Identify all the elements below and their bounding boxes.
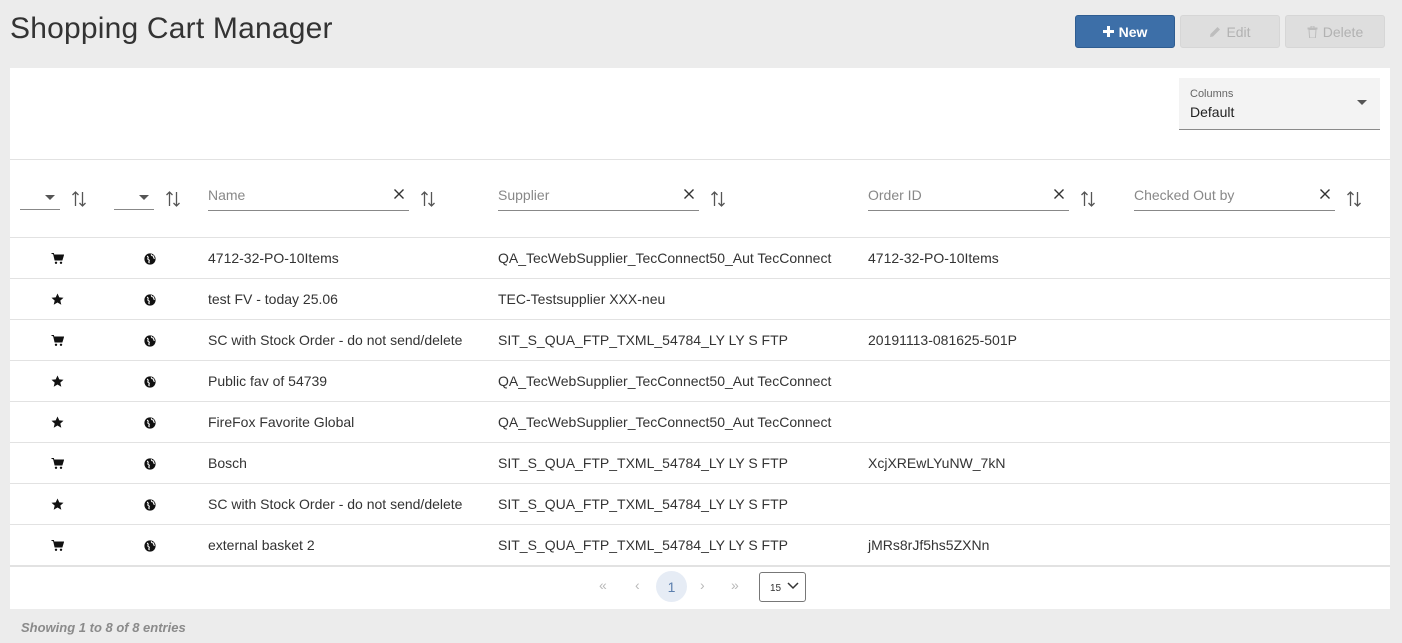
new-button-label: New	[1118, 23, 1148, 40]
columns-select[interactable]: Columns Default	[1179, 78, 1380, 130]
new-button[interactable]: New	[1075, 15, 1175, 48]
plus-icon	[1102, 26, 1114, 37]
cell-supplier: SIT_S_QUA_FTP_TXML_54784_LY LY S FTP	[498, 455, 788, 471]
toolbar: New Edit Delete	[1075, 15, 1385, 48]
order-id-filter-placeholder: Order ID	[868, 187, 922, 203]
page-title: Shopping Cart Manager	[10, 12, 333, 45]
cell-name: Bosch	[208, 455, 247, 471]
table-row[interactable]: 4712-32-PO-10Items QA_TecWebSupplier_TecC…	[10, 238, 1390, 279]
cell-supplier: SIT_S_QUA_FTP_TXML_54784_LY LY S FTP	[498, 332, 788, 348]
name-filter-input[interactable]: Name	[208, 183, 409, 211]
trash-icon	[1307, 25, 1318, 38]
cart-icon	[51, 539, 65, 552]
caret-down-icon	[45, 195, 55, 200]
delete-button[interactable]: Delete	[1285, 15, 1385, 48]
cart-table-panel: Columns Default Name Supplier Order ID C…	[10, 68, 1390, 609]
table-row[interactable]: SC with Stock Order - do not send/delete…	[10, 320, 1390, 361]
cell-order-id: 4712-32-PO-10Items	[868, 250, 999, 266]
globe-icon	[144, 252, 156, 265]
name-filter-placeholder: Name	[208, 187, 246, 203]
caret-down-icon	[1357, 100, 1367, 105]
cell-supplier: QA_TecWebSupplier_TecConnect50_Aut TecCo…	[498, 414, 832, 430]
cell-name: FireFox Favorite Global	[208, 414, 355, 430]
cell-name: SC with Stock Order - do not send/delete	[208, 332, 463, 348]
pagination: « ‹ 1 › » 15	[10, 566, 1390, 609]
table-body: 4712-32-PO-10Items QA_TecWebSupplier_TecC…	[10, 238, 1390, 566]
prev-page-button[interactable]: ‹	[635, 577, 640, 593]
page-size-select[interactable]: 15	[759, 572, 806, 602]
type-filter-select[interactable]	[20, 186, 60, 210]
star-icon	[51, 375, 64, 388]
table-row[interactable]: test FV - today 25.06 TEC-Testsupplier XX…	[10, 279, 1390, 320]
last-page-button[interactable]: »	[731, 577, 739, 593]
cell-supplier: TEC-Testsupplier XXX-neu	[498, 291, 666, 307]
cell-order-id: XcjXREwLYuNW_7kN	[868, 455, 1006, 471]
cell-name: SC with Stock Order - do not send/delete	[208, 496, 463, 512]
supplier-filter-input[interactable]: Supplier	[498, 183, 699, 211]
sort-icon[interactable]	[71, 190, 87, 208]
cart-icon	[51, 334, 65, 347]
scope-filter-select[interactable]	[114, 186, 154, 210]
globe-icon	[144, 457, 156, 470]
sort-icon[interactable]	[165, 190, 181, 208]
chevron-down-icon	[787, 582, 799, 590]
sort-icon[interactable]	[1346, 190, 1362, 208]
checked-out-by-filter-input[interactable]: Checked Out by	[1134, 183, 1335, 211]
cell-supplier: SIT_S_QUA_FTP_TXML_54784_LY LY S FTP	[498, 496, 788, 512]
cell-supplier: QA_TecWebSupplier_TecConnect50_Aut TecCo…	[498, 373, 832, 389]
cell-order-id: jMRs8rJf5hs5ZXNn	[868, 537, 990, 553]
page-size-value: 15	[770, 583, 782, 594]
current-page-button[interactable]: 1	[656, 571, 687, 602]
sort-icon[interactable]	[420, 190, 436, 208]
globe-icon	[144, 293, 156, 306]
table-row[interactable]: external basket 2 SIT_S_QUA_FTP_TXML_5478…	[10, 525, 1390, 566]
clear-icon[interactable]	[393, 188, 405, 200]
table-row[interactable]: Public fav of 54739 QA_TecWebSupplier_Tec…	[10, 361, 1390, 402]
edit-button[interactable]: Edit	[1180, 15, 1280, 48]
sort-icon[interactable]	[1080, 190, 1096, 208]
table-row[interactable]: SC with Stock Order - do not send/delete…	[10, 484, 1390, 525]
order-id-filter-input[interactable]: Order ID	[868, 183, 1069, 211]
supplier-filter-placeholder: Supplier	[498, 187, 550, 203]
sort-icon[interactable]	[710, 190, 726, 208]
cell-order-id: 20191113-081625-501P	[868, 332, 1017, 348]
delete-button-label: Delete	[1322, 23, 1364, 40]
table-row[interactable]: FireFox Favorite Global QA_TecWebSupplier…	[10, 402, 1390, 443]
clear-icon[interactable]	[1319, 188, 1331, 200]
first-page-button[interactable]: «	[599, 577, 607, 593]
globe-icon	[144, 334, 156, 347]
pencil-icon	[1210, 26, 1221, 37]
globe-icon	[144, 416, 156, 429]
caret-down-icon	[139, 195, 149, 200]
cell-name: Public fav of 54739	[208, 373, 328, 389]
cell-supplier: QA_TecWebSupplier_TecConnect50_Aut TecCo…	[498, 250, 832, 266]
cart-icon	[51, 457, 65, 470]
star-icon	[51, 416, 64, 429]
filter-row: Name Supplier Order ID Checked Out by	[10, 159, 1390, 238]
cell-name: external basket 2	[208, 537, 315, 553]
cart-icon	[51, 252, 65, 265]
edit-button-label: Edit	[1226, 23, 1251, 40]
cell-supplier: SIT_S_QUA_FTP_TXML_54784_LY LY S FTP	[498, 537, 788, 553]
globe-icon	[144, 375, 156, 388]
cell-name: 4712-32-PO-10Items	[208, 250, 339, 266]
globe-icon	[144, 539, 156, 552]
columns-select-value: Default	[1190, 104, 1235, 120]
clear-icon[interactable]	[683, 188, 695, 200]
clear-icon[interactable]	[1053, 188, 1065, 200]
star-icon	[51, 293, 64, 306]
columns-select-label: Columns	[1190, 88, 1234, 100]
table-row[interactable]: Bosch SIT_S_QUA_FTP_TXML_54784_LY LY S FT…	[10, 443, 1390, 484]
checked-out-by-filter-placeholder: Checked Out by	[1134, 187, 1235, 203]
globe-icon	[144, 498, 156, 511]
star-icon	[51, 498, 64, 511]
table-info: Showing 1 to 8 of 8 entries	[21, 620, 186, 635]
cell-name: test FV - today 25.06	[208, 291, 338, 307]
next-page-button[interactable]: ›	[700, 577, 705, 593]
